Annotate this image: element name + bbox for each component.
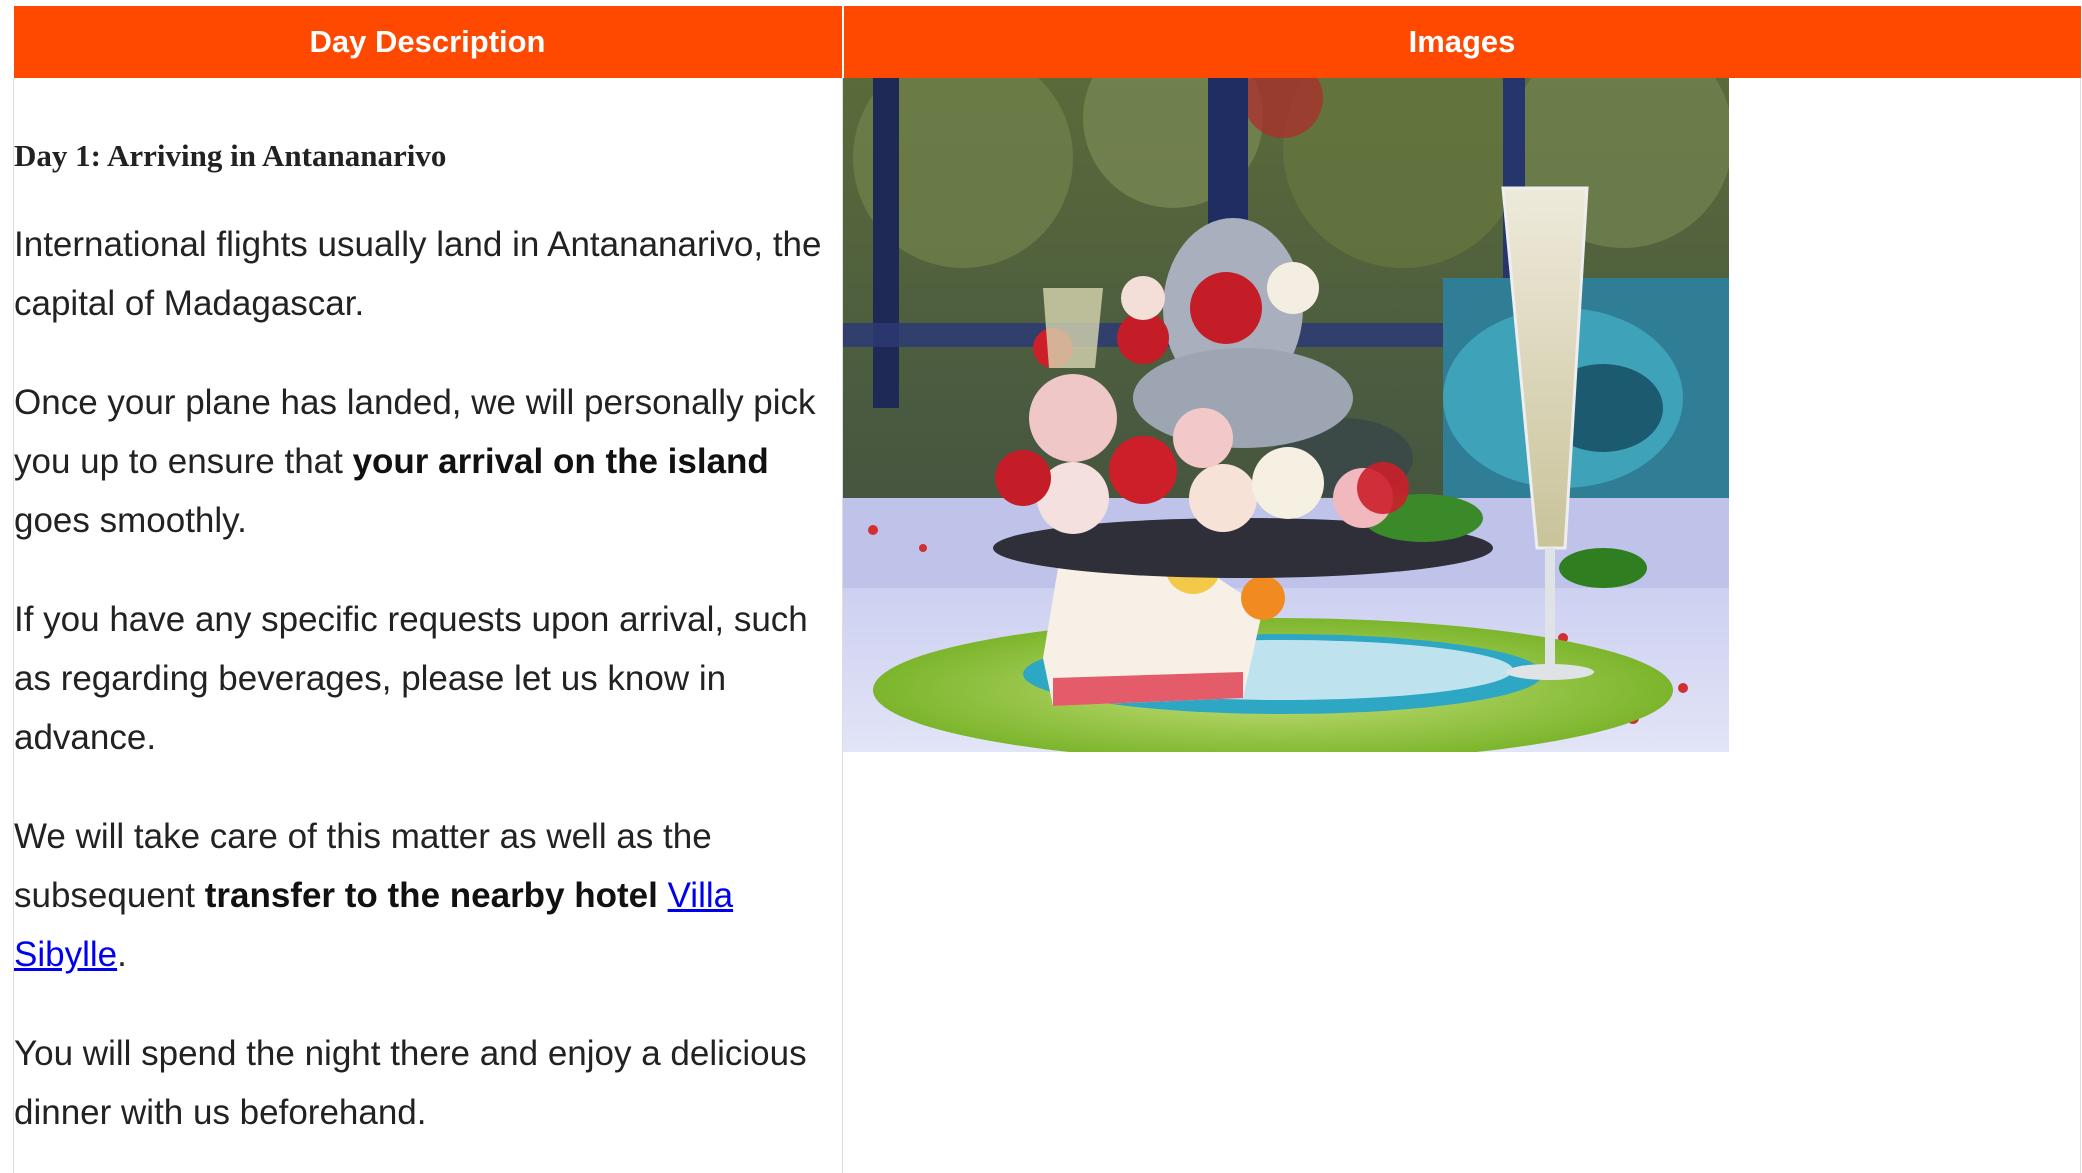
paragraph-flights: International flights usually land in An…: [14, 225, 822, 323]
table-setting-photo: [843, 78, 1729, 752]
bold-text: your arrival on the island: [352, 442, 769, 481]
bold-text: transfer to the nearby hotel: [204, 876, 658, 915]
header-images: Images: [842, 6, 2081, 78]
itinerary-table: Day Description Images Day 1: Arriving i…: [13, 6, 2081, 1173]
paragraph-pickup: Once your plane has landed, we will pers…: [14, 373, 842, 550]
paragraph-requests: If you have any specific requests upon a…: [14, 600, 808, 757]
paragraph-dinner: You will spend the night there and enjoy…: [14, 1034, 807, 1132]
day-description-cell: Day 1: Arriving in Antananarivo Internat…: [13, 78, 843, 1173]
itinerary-page: Day Description Images Day 1: Arriving i…: [13, 6, 2081, 1173]
images-cell: [842, 78, 2081, 1173]
day-title: Day 1: Arriving in Antananarivo: [14, 138, 447, 173]
text: goes smoothly.: [14, 501, 247, 540]
table-row: Day 1: Arriving in Antananarivo Internat…: [13, 78, 2081, 1173]
text: [658, 876, 668, 915]
header-day-description: Day Description: [13, 6, 844, 78]
text: .: [117, 935, 127, 974]
paragraph-transfer: We will take care of this matter as well…: [14, 807, 842, 984]
table-header-row: Day Description Images: [13, 6, 2081, 78]
